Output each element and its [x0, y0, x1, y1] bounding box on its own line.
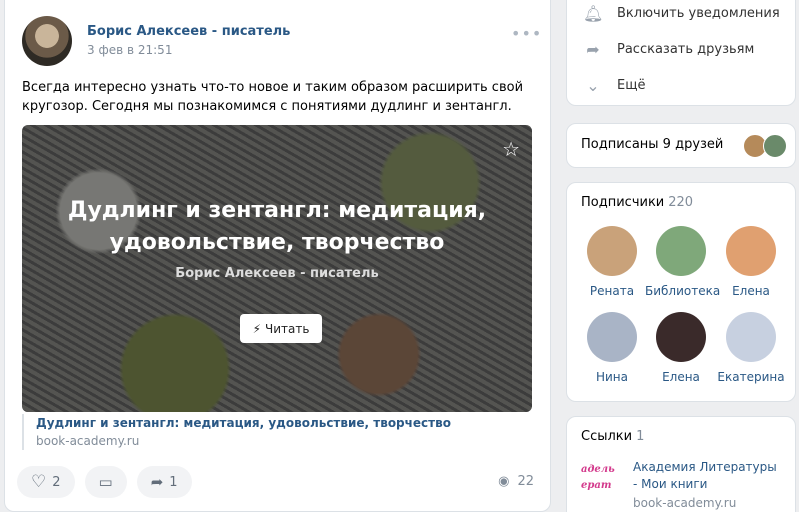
bell-icon: 🔔︎	[583, 4, 604, 23]
avatar	[587, 312, 637, 362]
share-count: 1	[169, 474, 178, 490]
post-text: Всегда интересно узнать что-то новое и т…	[22, 80, 524, 114]
like-button[interactable]: ♡ 2	[17, 466, 75, 498]
subscriber-name: Екатерина	[717, 370, 785, 384]
views-counter: ◉ 22	[498, 474, 534, 489]
links-card: Ссылки 1 адель ерат Академия Литературы -…	[566, 416, 796, 512]
menu-item-notifications[interactable]: 🔔︎ Включить уведомления	[583, 4, 780, 23]
read-button[interactable]: ⚡ Читать	[240, 314, 322, 343]
views-count: 22	[517, 474, 534, 489]
avatar	[656, 226, 706, 276]
like-count: 2	[52, 474, 61, 490]
share-button[interactable]: ➦ 1	[136, 466, 192, 498]
post-date[interactable]: 3 фев в 21:51	[87, 43, 172, 57]
subscriber-item[interactable]: Екатерина	[715, 312, 787, 384]
avatar	[587, 226, 637, 276]
subscriber-item[interactable]: Елена	[645, 312, 717, 384]
bookmark-star-icon[interactable]: ☆	[502, 137, 520, 161]
subscriber-item[interactable]: Рената	[576, 226, 648, 298]
subscriber-item[interactable]: Нина	[576, 312, 648, 384]
links-heading[interactable]: Ссылки 1	[581, 429, 644, 444]
group-actions-card: 🔔︎ Включить уведомления ➦ Рассказать дру…	[566, 0, 796, 106]
subscriber-name: Нина	[595, 370, 629, 384]
eye-icon: ◉	[498, 474, 510, 489]
heart-icon: ♡	[31, 472, 47, 492]
avatar	[656, 312, 706, 362]
svg-text:ерат: ерат	[581, 480, 611, 491]
comment-button[interactable]: ▭	[84, 466, 127, 498]
subscribers-heading[interactable]: Подписчики 220	[581, 195, 693, 210]
subscriber-name: Библиотека	[645, 284, 721, 298]
friends-label: Подписаны 9 друзей	[581, 137, 724, 152]
avatar	[726, 312, 776, 362]
menu-item-share[interactable]: ➦ Рассказать друзьям	[583, 40, 754, 59]
subscriber-item[interactable]: Библиотека	[645, 226, 721, 298]
subscriber-item[interactable]: Елена	[715, 226, 787, 298]
author-name[interactable]: Борис Алексеев - писатель	[87, 24, 290, 39]
share-arrow-icon: ➦	[150, 473, 164, 491]
subscriber-name: Елена	[732, 284, 770, 298]
friend-avatar	[763, 134, 787, 158]
author-avatar[interactable]	[22, 16, 72, 66]
more-options-icon[interactable]: •••	[511, 24, 542, 43]
post-actions: ♡ 2 ▭ ➦ 1	[17, 466, 192, 498]
avatar	[726, 226, 776, 276]
menu-item-more[interactable]: ⌄ Ещё	[583, 76, 645, 95]
cover-title: Дудлинг и зентангл: медитация, удовольст…	[67, 198, 487, 255]
subscribers-label: Подписчики	[581, 195, 665, 210]
article-cover[interactable]: ☆ Дудлинг и зентангл: медитация, удоволь…	[22, 125, 532, 412]
menu-item-label: Рассказать друзьям	[617, 42, 755, 57]
link-logo[interactable]: адель ерат	[581, 460, 621, 496]
share-icon: ➦	[586, 40, 600, 59]
cover-subtitle: Борис Алексеев - писатель	[175, 266, 379, 281]
comment-icon: ▭	[98, 473, 113, 491]
svg-text:адель: адель	[581, 464, 615, 475]
menu-item-label: Ещё	[617, 78, 646, 93]
link-url: book-academy.ru	[633, 496, 737, 510]
chevron-down-icon: ⌄	[586, 76, 600, 95]
links-label: Ссылки	[581, 429, 633, 444]
subscriber-name: Елена	[662, 370, 700, 384]
wall-post: Борис Алексеев - писатель 3 фев в 21:51 …	[4, 0, 551, 512]
friends-subscribed-card[interactable]: Подписаны 9 друзей	[566, 123, 796, 168]
links-count: 1	[636, 429, 645, 444]
lightning-icon: ⚡	[252, 321, 261, 336]
link-snippet[interactable]: Дудлинг и зентангл: медитация, удовольст…	[22, 414, 532, 450]
link-name[interactable]: Академия Литературы - Мои книги	[633, 459, 783, 493]
read-button-label: Читать	[265, 321, 310, 336]
subscribers-count: 220	[668, 195, 694, 210]
subscriber-name: Рената	[589, 284, 635, 298]
link-url: book-academy.ru	[36, 434, 140, 448]
subscribers-card: Подписчики 220 Рената Библиотека Елена Ни…	[566, 182, 796, 402]
menu-item-label: Включить уведомления	[617, 6, 780, 21]
link-title[interactable]: Дудлинг и зентангл: медитация, удовольст…	[36, 414, 532, 432]
